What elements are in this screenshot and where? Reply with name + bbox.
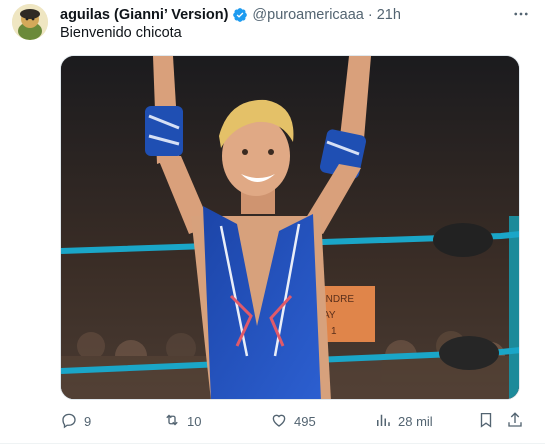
svg-text:1: 1 <box>331 326 337 337</box>
tweet-header: aguilas (Gianni’ Version) @puroamericaaa… <box>60 5 533 25</box>
avatar[interactable] <box>12 4 48 40</box>
author-handle[interactable]: @puroamericaaa <box>252 7 363 23</box>
tweet-media[interactable]: ANDRE AY 1 <box>60 55 520 400</box>
tweet-text: Bienvenido chicota <box>60 25 182 41</box>
bookmark-icon <box>477 411 495 432</box>
separator-dot: · <box>367 7 373 23</box>
views-icon <box>374 411 392 432</box>
share-icon <box>506 411 524 432</box>
like-count: 495 <box>294 413 316 429</box>
display-name[interactable]: aguilas (Gianni’ Version) <box>60 7 228 23</box>
like-icon <box>270 411 288 432</box>
avatar-image <box>12 4 48 40</box>
views-count: 28 mil <box>398 413 433 429</box>
verified-badge-icon <box>232 7 248 23</box>
more-icon[interactable] <box>511 4 531 24</box>
reply-button[interactable]: 9 <box>60 411 91 432</box>
reply-icon <box>60 411 78 432</box>
views-button[interactable]: 28 mil <box>374 411 433 432</box>
bookmark-button[interactable] <box>477 411 495 432</box>
reply-count: 9 <box>84 413 92 429</box>
share-button[interactable] <box>506 411 524 432</box>
retweet-icon <box>163 411 181 432</box>
retweet-count: 10 <box>187 413 202 429</box>
timestamp[interactable]: 21h <box>377 7 401 23</box>
tweet[interactable]: aguilas (Gianni’ Version) @puroamericaaa… <box>0 0 545 444</box>
wrestler-photo: ANDRE AY 1 <box>61 56 519 399</box>
like-button[interactable]: 495 <box>270 411 316 432</box>
action-bar: 9 10 495 28 mil <box>60 406 530 436</box>
retweet-button[interactable]: 10 <box>163 411 201 432</box>
